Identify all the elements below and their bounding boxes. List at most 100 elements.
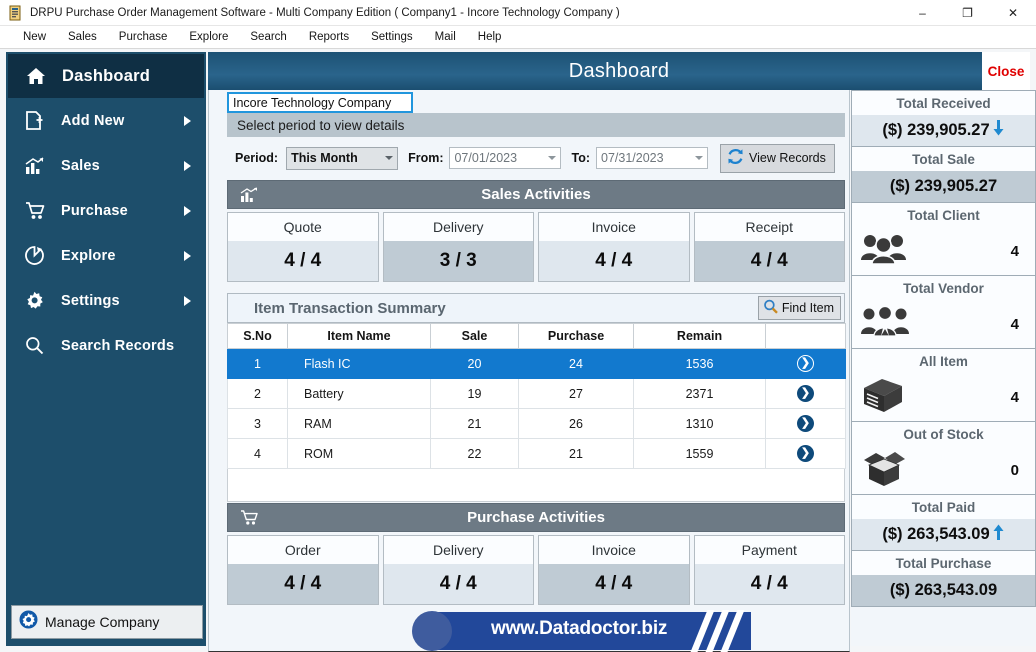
menu-item-help[interactable]: Help: [467, 31, 513, 43]
cell-action[interactable]: ❯: [765, 348, 846, 379]
chevron-right-icon: [184, 250, 191, 261]
column-header-purchase[interactable]: Purchase: [518, 323, 634, 349]
cell-sno: 2: [227, 378, 288, 409]
table-row[interactable]: 1 Flash IC 20 24 1536 ❯: [227, 348, 846, 379]
stat-label: All Item: [852, 349, 1035, 373]
from-date-field[interactable]: 07/01/2023: [449, 147, 562, 169]
stat-total-paid[interactable]: Total Paid ($) 263,543.09: [851, 495, 1036, 551]
sidebar-item-purchase[interactable]: Purchase: [7, 188, 205, 233]
table-empty-area: [227, 469, 845, 502]
sidebar-item-search-records[interactable]: Search Records: [7, 323, 205, 368]
column-header-sale[interactable]: Sale: [430, 323, 519, 349]
stat-total-sale[interactable]: Total Sale ($) 239,905.27: [851, 147, 1036, 203]
row-detail-arrow-icon[interactable]: ❯: [797, 445, 814, 462]
cell-action[interactable]: ❯: [765, 378, 846, 409]
purchase-card-invoice[interactable]: Invoice 4 / 4: [538, 535, 690, 605]
sidebar-item-settings[interactable]: Settings: [7, 278, 205, 323]
to-date-field[interactable]: 07/31/2023: [596, 147, 708, 169]
stat-value-row: ($) 263,543.09: [852, 519, 1035, 550]
stat-label: Total Vendor: [852, 276, 1035, 300]
to-label: To:: [571, 151, 590, 165]
stat-total-received[interactable]: Total Received ($) 239,905.27: [851, 90, 1036, 147]
purchase-card-delivery[interactable]: Delivery 4 / 4: [382, 535, 534, 605]
row-detail-arrow-icon[interactable]: ❯: [797, 415, 814, 432]
cell-action[interactable]: ❯: [765, 438, 846, 469]
cell-item-name: Flash IC: [287, 348, 431, 379]
stat-label: Out of Stock: [852, 422, 1035, 446]
menu-item-purchase[interactable]: Purchase: [108, 31, 179, 43]
menu-item-settings[interactable]: Settings: [360, 31, 424, 43]
cell-purchase: 24: [518, 348, 634, 379]
cell-sale: 22: [430, 438, 519, 469]
from-label: From:: [408, 151, 444, 165]
sales-activities-section: Sales Activities Quote 4 / 4 Delivery 3 …: [227, 180, 845, 282]
purchase-activities-header: Purchase Activities: [227, 503, 845, 532]
menu-item-sales[interactable]: Sales: [57, 31, 108, 43]
sidebar-item-label: Dashboard: [62, 66, 150, 85]
column-header-sno[interactable]: S.No: [227, 323, 288, 349]
restore-icon[interactable]: ❐: [945, 0, 990, 26]
menu-item-reports[interactable]: Reports: [298, 31, 360, 43]
column-header-remain[interactable]: Remain: [633, 323, 766, 349]
stat-out-of-stock[interactable]: Out of Stock 0: [851, 422, 1036, 495]
table-row[interactable]: 4 ROM 22 21 1559 ❯: [227, 438, 846, 469]
stat-all-item[interactable]: All Item 4: [851, 349, 1036, 422]
arrow-up-icon: [992, 524, 1005, 545]
row-detail-arrow-icon[interactable]: ❯: [797, 385, 814, 402]
main-content: Incore Technology Company Select period …: [208, 90, 850, 646]
menu-item-new[interactable]: New: [12, 31, 57, 43]
stat-value: ($) 263,543.09: [882, 525, 990, 543]
card-value: 4 / 4: [539, 241, 689, 281]
sidebar-item-add-new[interactable]: Add New: [7, 98, 205, 143]
row-detail-arrow-icon[interactable]: ❯: [797, 355, 814, 372]
item-transaction-summary-section: Item Transaction Summary Find Item S.No …: [227, 293, 846, 502]
cell-sale: 19: [430, 378, 519, 409]
chevron-down-icon: [385, 156, 394, 160]
watermark-text: www.Datadoctor.biz: [491, 618, 668, 639]
purchase-card-payment[interactable]: Payment 4 / 4: [693, 535, 845, 605]
card-label: Order: [228, 536, 378, 564]
sales-card-delivery[interactable]: Delivery 3 / 3: [382, 212, 534, 282]
column-header-item-name[interactable]: Item Name: [287, 323, 431, 349]
cell-action[interactable]: ❯: [765, 408, 846, 439]
view-records-button[interactable]: View Records: [720, 143, 835, 173]
card-value: 3 / 3: [383, 241, 533, 281]
company-name-field[interactable]: Incore Technology Company: [227, 92, 413, 113]
menu-item-explore[interactable]: Explore: [178, 31, 239, 43]
sales-card-invoice[interactable]: Invoice 4 / 4: [538, 212, 690, 282]
stat-icon-row: 4: [852, 227, 1035, 275]
chevron-right-icon: [184, 295, 191, 306]
search-icon: [763, 299, 779, 318]
item-transaction-table: S.No Item Name Sale Purchase Remain 1 Fl…: [227, 323, 846, 469]
card-value: 4 / 4: [228, 564, 378, 604]
stat-total-client[interactable]: Total Client 4: [851, 203, 1036, 276]
purchase-card-order[interactable]: Order 4 / 4: [227, 535, 379, 605]
sidebar-item-explore[interactable]: Explore: [7, 233, 205, 278]
minimize-icon[interactable]: –: [900, 0, 945, 26]
arrow-down-icon: [992, 120, 1005, 141]
sidebar-item-sales[interactable]: Sales: [7, 143, 205, 188]
cell-sno: 4: [227, 438, 288, 469]
menu-item-search[interactable]: Search: [239, 31, 297, 43]
stats-panel: Total Received ($) 239,905.27 Total Sale…: [851, 90, 1036, 646]
close-button[interactable]: Close: [982, 52, 1030, 90]
page-title: Dashboard: [568, 59, 670, 82]
table-row[interactable]: 2 Battery 19 27 2371 ❯: [227, 378, 846, 409]
stat-value: 4: [1010, 315, 1019, 333]
manage-company-button[interactable]: Manage Company: [11, 605, 203, 639]
cell-item-name: ROM: [287, 438, 431, 469]
item-transaction-summary-title: Item Transaction Summary: [254, 299, 446, 317]
cart-icon: [25, 201, 51, 220]
table-row[interactable]: 3 RAM 21 26 1310 ❯: [227, 408, 846, 439]
find-item-button[interactable]: Find Item: [757, 296, 841, 320]
sales-card-receipt[interactable]: Receipt 4 / 4: [693, 212, 845, 282]
card-label: Receipt: [694, 213, 844, 241]
period-select[interactable]: This Month: [286, 146, 399, 170]
view-records-label: View Records: [749, 151, 826, 165]
menu-item-mail[interactable]: Mail: [424, 31, 467, 43]
close-icon[interactable]: ✕: [990, 0, 1036, 26]
stat-total-vendor[interactable]: Total Vendor 4: [851, 276, 1036, 349]
stat-total-purchase[interactable]: Total Purchase ($) 263,543.09: [851, 551, 1036, 607]
sales-card-quote[interactable]: Quote 4 / 4: [227, 212, 379, 282]
sidebar-item-dashboard[interactable]: Dashboard: [8, 54, 204, 98]
